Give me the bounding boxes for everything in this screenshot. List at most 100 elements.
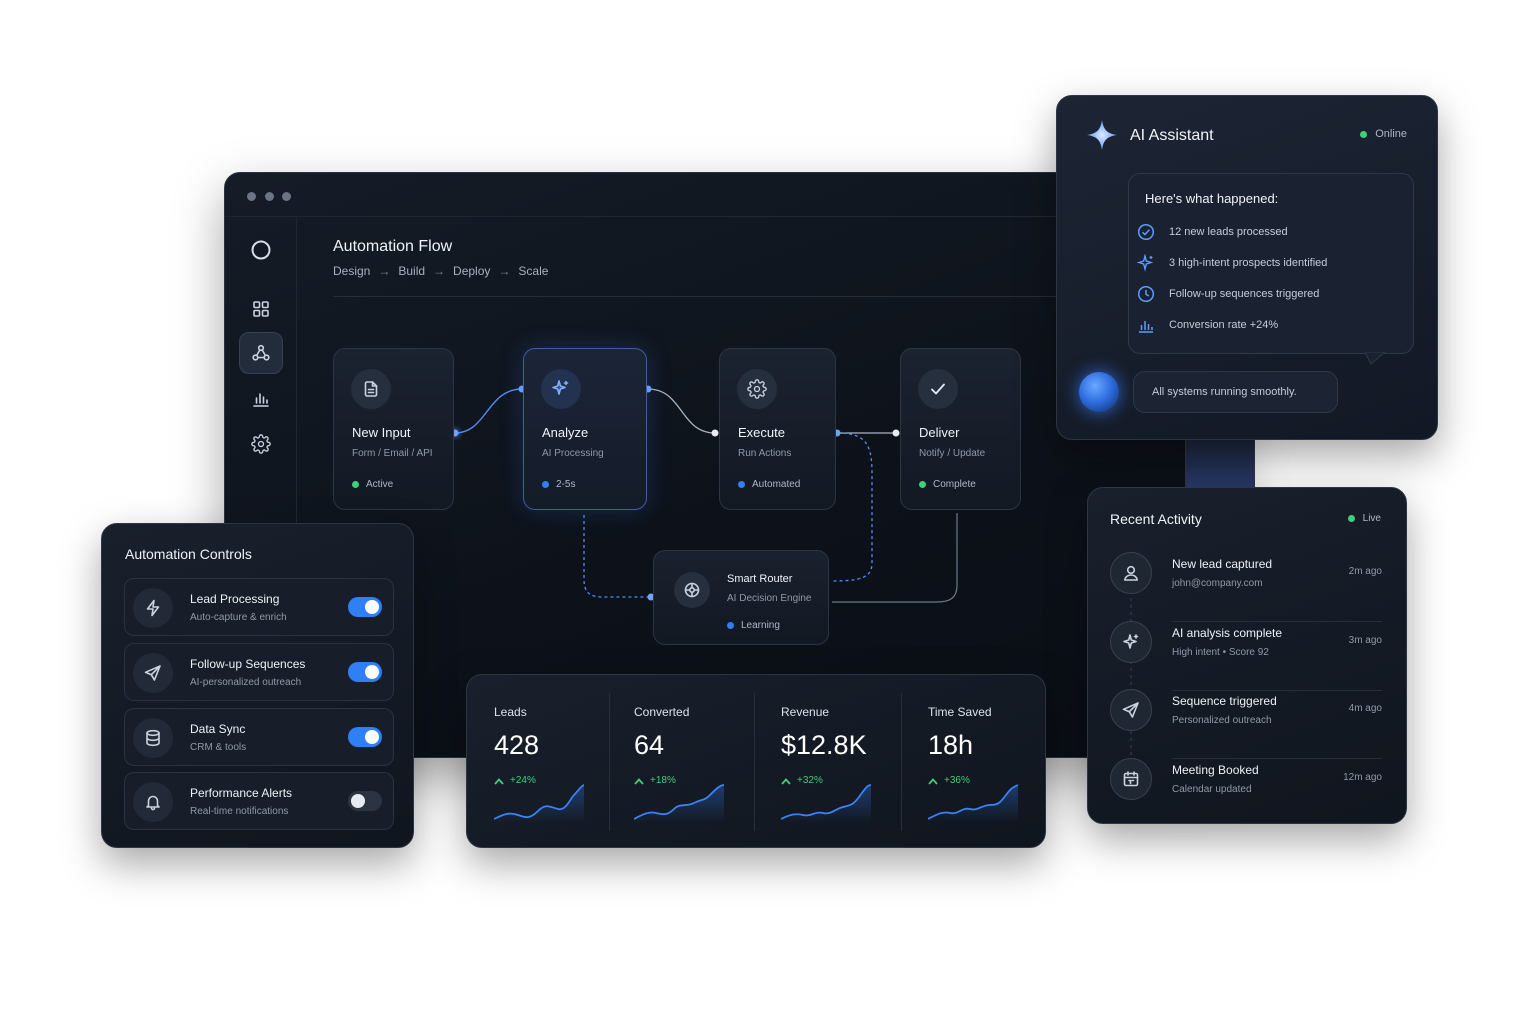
flow-node-new-input[interactable]: New Input Form / Email / API Active (333, 348, 454, 510)
breadcrumb-item[interactable]: Design (333, 264, 370, 278)
node-status: Complete (919, 479, 976, 490)
status-dot (352, 481, 359, 488)
status-dot (738, 481, 745, 488)
send-icon (1110, 689, 1152, 731)
recent-activity-panel: Recent Activity Live New lead captured j… (1087, 487, 1407, 824)
metric-value: 64 (634, 730, 665, 760)
activity-sub: High intent • Score 92 (1172, 647, 1269, 658)
control-label: Lead Processing (190, 592, 280, 606)
nodes-icon (251, 343, 271, 363)
control-sub: Auto-capture & enrich (190, 612, 287, 623)
status-text: Complete (933, 479, 976, 490)
bar-chart-icon (1137, 316, 1155, 334)
breadcrumb-item[interactable]: Deploy (453, 264, 490, 278)
control-sub: CRM & tools (190, 742, 247, 753)
flow-node-deliver[interactable]: Deliver Notify / Update Complete (900, 348, 1021, 510)
breadcrumb-item[interactable]: Scale (518, 264, 548, 278)
activity-sub: john@company.com (1172, 578, 1263, 589)
control-sub: AI-personalized outreach (190, 677, 302, 688)
metric-label: Converted (634, 705, 690, 719)
breadcrumb-item[interactable]: Build (398, 264, 425, 278)
control-label: Follow-up Sequences (190, 657, 306, 671)
summary-heading: Here's what happened: (1145, 191, 1279, 206)
toggle-switch[interactable] (348, 791, 382, 811)
node-subtitle: Notify / Update (919, 448, 986, 459)
sparkle-icon (1085, 118, 1119, 152)
ai-assistant-panel: AI Assistant Online Here's what happened… (1056, 95, 1438, 440)
sparkle-icon (541, 369, 581, 409)
grid-icon (252, 300, 270, 318)
assistant-message: All systems running smoothly. (1133, 371, 1338, 413)
activity-sub: Personalized outreach (1172, 715, 1272, 726)
summary-text: Follow-up sequences triggered (1169, 288, 1320, 300)
activity-sub: Calendar updated (1172, 784, 1252, 795)
bell-icon (133, 782, 173, 822)
toggle-switch[interactable] (348, 727, 382, 747)
bubble-tail (1365, 352, 1386, 365)
calendar-icon (1110, 758, 1152, 800)
metric-label: Time Saved (928, 705, 992, 719)
toggle-switch[interactable] (348, 597, 382, 617)
summary-text: 12 new leads processed (1169, 226, 1288, 238)
circle-logo-icon[interactable] (239, 229, 283, 271)
sparkline (494, 784, 585, 823)
activity-item[interactable]: Meeting Booked Calendar updated 12m ago (1110, 758, 1382, 828)
status-text: Automated (752, 479, 801, 490)
activity-item[interactable]: Sequence triggered Personalized outreach… (1110, 689, 1382, 759)
flow-node-analyze[interactable]: Analyze AI Processing 2-5s (523, 348, 647, 510)
node-title: Execute (738, 425, 785, 440)
node-subtitle: AI Processing (542, 448, 604, 459)
summary-item: Follow-up sequences triggered (1137, 285, 1319, 303)
status-dot (1360, 130, 1368, 138)
activity-title: Meeting Booked (1172, 763, 1259, 777)
node-status: Active (352, 479, 393, 490)
status-text: Learning (741, 620, 780, 631)
window-dot[interactable] (247, 192, 256, 201)
window-dot[interactable] (265, 192, 274, 201)
control-sub: Real-time notifications (190, 806, 289, 817)
breadcrumb: Design → Build → Deploy → Scale (333, 264, 548, 278)
sidebar-item-settings[interactable] (239, 423, 283, 465)
check-icon (918, 369, 958, 409)
activity-item[interactable]: New lead captured john@company.com 2m ag… (1110, 552, 1382, 622)
panel-title: AI Assistant (1130, 127, 1214, 144)
node-status: Automated (738, 479, 800, 490)
panel-title: Automation Controls (125, 546, 252, 562)
status-dot (542, 481, 549, 488)
gear-icon (737, 369, 777, 409)
window-dot[interactable] (282, 192, 291, 201)
control-follow-up-sequences: Follow-up Sequences AI-personalized outr… (124, 643, 394, 701)
sidebar-item-workflow[interactable] (239, 332, 283, 374)
flow-node-execute[interactable]: Execute Run Actions Automated (719, 348, 836, 510)
router-subtitle: AI Decision Engine (727, 593, 812, 604)
sidebar-item-analytics[interactable] (239, 378, 283, 420)
control-data-sync: Data Sync CRM & tools (124, 708, 394, 766)
activity-time: 2m ago (1348, 566, 1382, 577)
metric-converted: Converted 64 +18% (607, 675, 754, 849)
node-title: Analyze (542, 425, 589, 440)
activity-time: 12m ago (1343, 772, 1382, 783)
metric-leads: Leads 428 +24% (467, 675, 609, 849)
toggle-switch[interactable] (348, 662, 382, 682)
flow-node-smart-router[interactable]: Smart Router AI Decision Engine Learning (653, 550, 829, 645)
activity-title: New lead captured (1172, 557, 1273, 571)
sparkline (928, 784, 1019, 823)
sparkline (781, 784, 872, 823)
activity-item[interactable]: AI analysis complete High intent • Score… (1110, 621, 1382, 691)
status-badge: Online (1360, 128, 1407, 140)
node-subtitle: Form / Email / API (352, 448, 433, 459)
assistant-orb[interactable] (1079, 372, 1119, 412)
metric-revenue: Revenue $12.8K +32% (754, 675, 901, 849)
page-title: Automation Flow (333, 238, 453, 255)
node-subtitle: Run Actions (738, 448, 792, 459)
metrics-panel: Leads 428 +24% Converted 64 +18% Revenue… (466, 674, 1046, 848)
document-icon (351, 369, 391, 409)
metric-value: 428 (494, 730, 540, 760)
sidebar-item-dashboard[interactable] (239, 288, 283, 330)
metric-time-saved: Time Saved 18h +36% (901, 675, 1047, 849)
summary-item: Conversion rate +24% (1137, 316, 1278, 334)
lightning-icon (133, 588, 173, 628)
chip-icon (674, 572, 710, 608)
control-lead-processing: Lead Processing Auto-capture & enrich (124, 578, 394, 636)
metric-value: $12.8K (781, 730, 867, 760)
